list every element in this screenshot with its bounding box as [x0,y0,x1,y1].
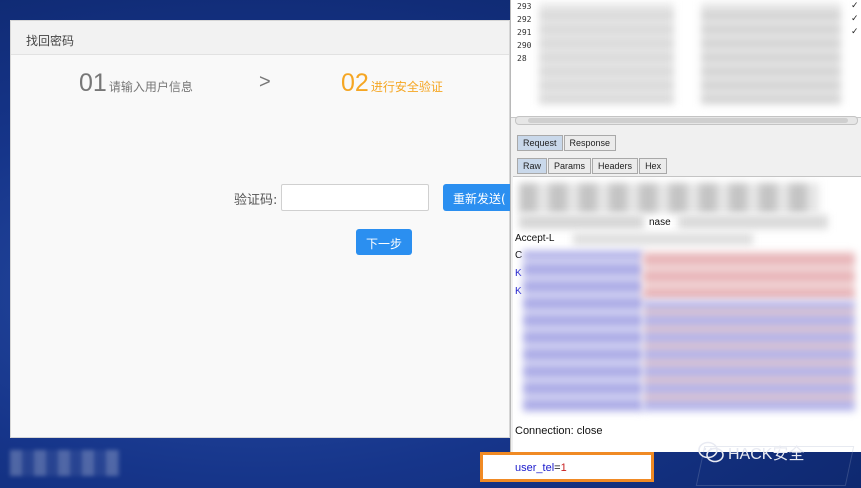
watermark-logo: HACK安全 [697,440,804,464]
request-partial-text: nase [649,217,671,228]
user-tel-param[interactable]: user_tel=1 [515,462,567,474]
tab-headers[interactable]: Headers [592,158,639,174]
highlighted-param-box: user_tel=1 [480,452,654,482]
blurred-cookie-block [643,301,855,411]
next-step-button[interactable]: 下一步 [356,229,412,255]
blurred-history-cells [539,4,674,104]
tab-response[interactable]: Response [563,135,617,151]
blurred-history-cells [701,4,841,104]
header-initial: K [515,268,522,279]
raw-request-editor[interactable]: nase Accept-L C K K Connection: close [513,176,861,452]
history-horizontal-scrollbar[interactable] [515,116,858,125]
tab-request[interactable]: Request [517,135,563,151]
tab-hex[interactable]: Hex [639,158,668,174]
step-1-label: 请输入用户信息 [108,80,193,94]
blurred-request-line [519,183,819,213]
blurred-cookie-block [523,251,643,411]
connection-header: Connection: close [515,425,603,437]
param-key: user_tel [515,462,555,474]
scrollbar-thumb[interactable] [528,118,848,123]
resend-code-button[interactable]: 重新发送( [443,184,513,211]
request-history-table: 293 292 291 290 28 ✓ ✓ ✓ [511,0,861,118]
blurred-header [678,215,828,229]
step-2: 02 进行安全验证 [341,69,443,98]
history-row-id[interactable]: 28 [517,54,527,63]
dialog-title: 找回密码 [11,21,509,55]
step-1: 01 请输入用户信息 [79,69,193,98]
check-icon: ✓ [851,14,859,24]
blurred-header [519,215,644,229]
history-row-id[interactable]: 292 [517,15,531,24]
blurred-cookie-block [643,251,855,299]
tab-raw[interactable]: Raw [517,158,548,174]
history-row-id[interactable]: 290 [517,41,531,50]
tab-params[interactable]: Params [548,158,592,174]
param-value: 1 [560,462,567,474]
history-row-id[interactable]: 293 [517,2,531,11]
verification-code-label: 验证码: [234,193,278,208]
verification-code-input[interactable] [281,184,429,211]
proxy-panel: 293 292 291 290 28 ✓ ✓ ✓ Request Respons… [510,0,861,452]
step-2-number: 02 [341,69,369,97]
request-response-tabs: Request Response [517,135,617,151]
check-icon: ✓ [851,27,859,37]
step-1-number: 01 [79,69,107,97]
history-row-id[interactable]: 291 [517,28,531,37]
step-2-label: 进行安全验证 [370,80,443,94]
step-arrow-icon: > [259,71,271,93]
password-recovery-dialog: 找回密码 01 请输入用户信息 > 02 进行安全验证 验证码: 重新发送( 下… [10,20,513,438]
blurred-watermark [10,450,120,476]
accept-language-header: Accept-L [515,233,555,244]
check-icon: ✓ [851,1,859,11]
view-mode-tabs: Raw Params Headers Hex [517,158,668,174]
watermark-brand: HACK安全 [728,446,805,463]
header-initial: K [515,286,522,297]
wechat-icon [698,441,724,463]
header-initial: C [515,250,523,261]
blurred-header [573,233,753,245]
